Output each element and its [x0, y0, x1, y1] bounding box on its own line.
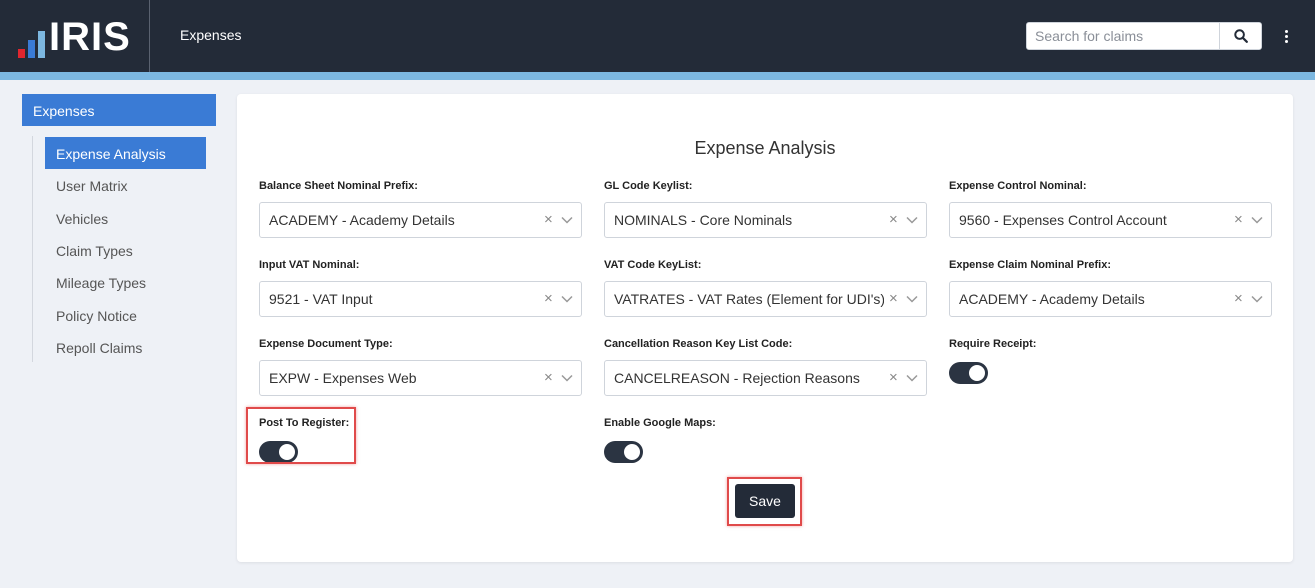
- clear-icon[interactable]: ×: [544, 291, 556, 306]
- sidebar-heading-expenses[interactable]: Expenses: [22, 94, 216, 126]
- vat-code-keylist-select[interactable]: VATRATES - VAT Rates (Element for UDI's)…: [604, 281, 927, 317]
- header-accent-stripe: [0, 72, 1315, 80]
- iris-logo[interactable]: IRIS: [0, 0, 150, 72]
- clear-icon[interactable]: ×: [544, 370, 556, 385]
- require-receipt-toggle[interactable]: [949, 362, 988, 384]
- search-input[interactable]: [1027, 23, 1219, 49]
- top-bar: IRIS Expenses: [0, 0, 1315, 72]
- sidebar-item-claim-types[interactable]: Claim Types: [45, 234, 206, 266]
- expense-document-type-field: Expense Document Type: EXPW - Expenses W…: [259, 338, 582, 396]
- require-receipt-field: Require Receipt:: [949, 338, 1272, 384]
- clear-icon[interactable]: ×: [1234, 212, 1246, 227]
- clear-icon[interactable]: ×: [544, 212, 556, 227]
- field-label: Expense Document Type:: [259, 338, 393, 350]
- select-value: CANCELREASON - Rejection Reasons: [614, 370, 860, 386]
- save-button[interactable]: Save: [735, 484, 795, 518]
- clear-icon[interactable]: ×: [889, 291, 901, 306]
- search-box: [1026, 22, 1262, 50]
- field-label: Expense Control Nominal:: [949, 180, 1087, 192]
- input-vat-nominal-field: Input VAT Nominal: 9521 - VAT Input ×: [259, 259, 582, 317]
- field-label: Balance Sheet Nominal Prefix:: [259, 180, 418, 192]
- sidebar-item-mileage-types[interactable]: Mileage Types: [45, 266, 206, 298]
- enable-google-maps-field: Enable Google Maps:: [604, 417, 927, 463]
- logo-text: IRIS: [49, 15, 131, 59]
- clear-icon[interactable]: ×: [889, 370, 901, 385]
- balance-sheet-nominal-prefix-select[interactable]: ACADEMY - Academy Details ×: [259, 202, 582, 238]
- gl-code-keylist-select[interactable]: NOMINALS - Core Nominals ×: [604, 202, 927, 238]
- field-label: Expense Claim Nominal Prefix:: [949, 259, 1111, 271]
- clear-icon[interactable]: ×: [889, 212, 901, 227]
- gl-code-keylist-field: GL Code Keylist: NOMINALS - Core Nominal…: [604, 180, 927, 238]
- vat-code-keylist-field: VAT Code KeyList: VATRATES - VAT Rates (…: [604, 259, 927, 317]
- toggle-knob: [969, 365, 985, 381]
- expense-control-nominal-select[interactable]: 9560 - Expenses Control Account ×: [949, 202, 1272, 238]
- field-label: VAT Code KeyList:: [604, 259, 702, 271]
- sidebar-item-vehicles[interactable]: Vehicles: [45, 202, 206, 234]
- page-title: Expense Analysis: [694, 138, 836, 158]
- logo-bars-icon: [18, 24, 45, 58]
- expense-document-type-select[interactable]: EXPW - Expenses Web ×: [259, 360, 582, 396]
- select-value: ACADEMY - Academy Details: [269, 212, 455, 228]
- select-value: VATRATES - VAT Rates (Element for UDI's): [614, 291, 884, 307]
- more-options-icon[interactable]: [1278, 26, 1294, 46]
- sidebar-item-expense-analysis[interactable]: Expense Analysis: [45, 137, 206, 169]
- field-label: Input VAT Nominal:: [259, 259, 360, 271]
- chevron-down-icon[interactable]: [906, 372, 918, 384]
- cancellation-reason-select[interactable]: CANCELREASON - Rejection Reasons ×: [604, 360, 927, 396]
- post-to-register-highlight: [246, 407, 356, 464]
- field-label: Require Receipt:: [949, 338, 1037, 350]
- chevron-down-icon[interactable]: [561, 214, 573, 226]
- cancellation-reason-field: Cancellation Reason Key List Code: CANCE…: [604, 338, 927, 396]
- select-value: ACADEMY - Academy Details: [959, 291, 1145, 307]
- select-value: NOMINALS - Core Nominals: [614, 212, 793, 228]
- search-icon: [1233, 29, 1248, 43]
- select-value: 9560 - Expenses Control Account: [959, 212, 1167, 228]
- expense-analysis-card: Expense Analysis Balance Sheet Nominal P…: [237, 94, 1293, 562]
- search-button[interactable]: [1219, 23, 1261, 49]
- input-vat-nominal-select[interactable]: 9521 - VAT Input ×: [259, 281, 582, 317]
- sidebar-nav: Expense Analysis User Matrix Vehicles Cl…: [32, 136, 212, 362]
- expense-claim-nominal-prefix-field: Expense Claim Nominal Prefix: ACADEMY - …: [949, 259, 1272, 317]
- chevron-down-icon[interactable]: [561, 293, 573, 305]
- expense-claim-nominal-prefix-select[interactable]: ACADEMY - Academy Details ×: [949, 281, 1272, 317]
- balance-sheet-nominal-prefix-field: Balance Sheet Nominal Prefix: ACADEMY - …: [259, 180, 582, 238]
- clear-icon[interactable]: ×: [1234, 291, 1246, 306]
- select-value: EXPW - Expenses Web: [269, 370, 417, 386]
- sidebar-item-repoll-claims[interactable]: Repoll Claims: [45, 331, 206, 363]
- chevron-down-icon[interactable]: [1251, 214, 1263, 226]
- field-label: Cancellation Reason Key List Code:: [604, 338, 793, 350]
- select-value: 9521 - VAT Input: [269, 291, 373, 307]
- toggle-knob: [624, 444, 640, 460]
- field-label: Enable Google Maps:: [604, 417, 716, 429]
- chevron-down-icon[interactable]: [561, 372, 573, 384]
- chevron-down-icon[interactable]: [906, 293, 918, 305]
- chevron-down-icon[interactable]: [1251, 293, 1263, 305]
- expense-control-nominal-field: Expense Control Nominal: 9560 - Expenses…: [949, 180, 1272, 238]
- enable-google-maps-toggle[interactable]: [604, 441, 643, 463]
- chevron-down-icon[interactable]: [906, 214, 918, 226]
- app-title: Expenses: [180, 27, 242, 43]
- sidebar-item-policy-notice[interactable]: Policy Notice: [45, 299, 206, 331]
- sidebar-item-user-matrix[interactable]: User Matrix: [45, 169, 206, 201]
- field-label: GL Code Keylist:: [604, 180, 693, 192]
